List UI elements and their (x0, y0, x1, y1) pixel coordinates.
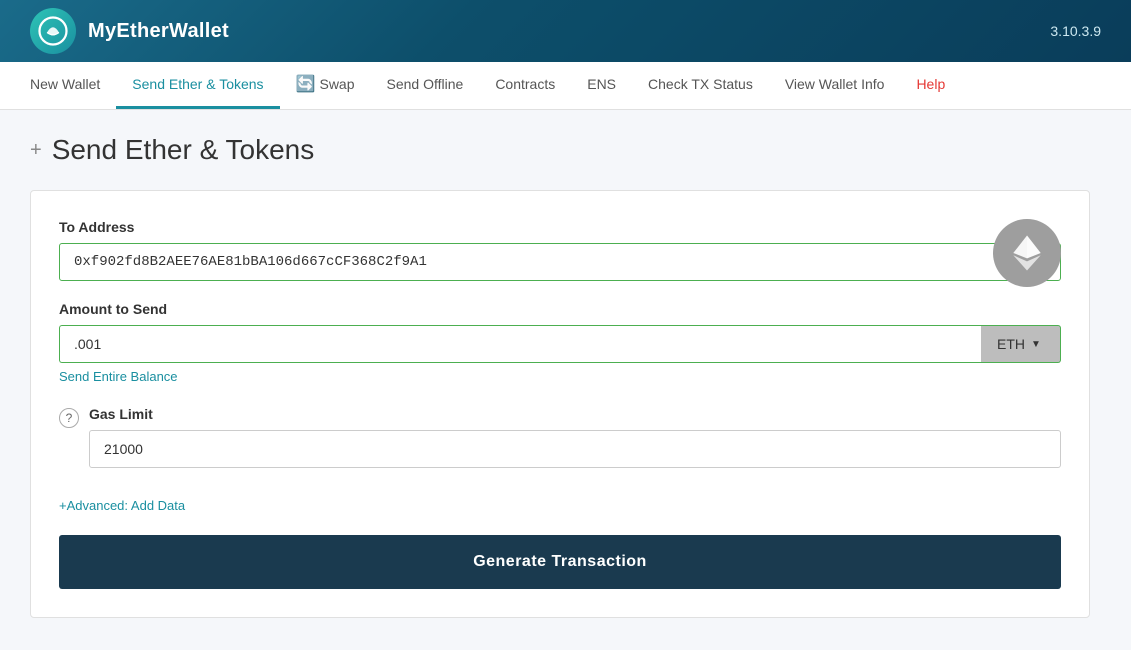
currency-label: ETH (997, 336, 1025, 352)
eth-logo (993, 219, 1061, 287)
nav-help[interactable]: Help (900, 62, 961, 109)
gas-content: Gas Limit (89, 406, 1061, 468)
generate-transaction-button[interactable]: Generate Transaction (59, 535, 1061, 589)
gas-limit-label: Gas Limit (89, 406, 1061, 422)
page-title: Send Ether & Tokens (52, 134, 315, 166)
nav-ens[interactable]: ENS (571, 62, 632, 109)
send-form-card: To Address Amount to Send ETH ▼ Send Ent… (30, 190, 1090, 618)
to-address-input[interactable] (59, 243, 1061, 281)
app-header: MyEtherWallet 3.10.3.9 (0, 0, 1131, 62)
amount-input[interactable] (59, 325, 981, 363)
nav-send-ether[interactable]: Send Ether & Tokens (116, 62, 279, 109)
nav-view-wallet[interactable]: View Wallet Info (769, 62, 901, 109)
nav-new-wallet[interactable]: New Wallet (30, 62, 116, 109)
gas-limit-group: ? Gas Limit (59, 406, 1061, 468)
plus-icon: + (30, 139, 42, 162)
gas-limit-input[interactable] (89, 430, 1061, 468)
dropdown-arrow-icon: ▼ (1031, 339, 1041, 350)
to-address-label: To Address (59, 219, 1061, 235)
page-title-row: + Send Ether & Tokens (30, 134, 1101, 166)
header-brand: MyEtherWallet (30, 8, 229, 54)
amount-label: Amount to Send (59, 301, 1061, 317)
app-name: MyEtherWallet (88, 20, 229, 43)
gas-row: ? Gas Limit (59, 406, 1061, 468)
logo-icon (38, 16, 68, 46)
nav-contracts[interactable]: Contracts (479, 62, 571, 109)
currency-dropdown-button[interactable]: ETH ▼ (981, 325, 1061, 363)
app-version: 3.10.3.9 (1050, 23, 1101, 39)
gas-help-icon[interactable]: ? (59, 408, 79, 428)
amount-row: ETH ▼ (59, 325, 1061, 363)
nav-send-offline[interactable]: Send Offline (371, 62, 480, 109)
main-content: + Send Ether & Tokens To Address Amount … (0, 110, 1131, 642)
nav-check-tx[interactable]: Check TX Status (632, 62, 769, 109)
advanced-add-data-link[interactable]: +Advanced: Add Data (59, 498, 185, 513)
main-nav: New Wallet Send Ether & Tokens 🔄 Swap Se… (0, 62, 1131, 110)
amount-group: Amount to Send ETH ▼ Send Entire Balance (59, 301, 1061, 386)
app-logo (30, 8, 76, 54)
to-address-group: To Address (59, 219, 1061, 281)
eth-diamond-icon (1008, 234, 1046, 272)
nav-swap[interactable]: 🔄 Swap (280, 62, 371, 109)
send-entire-balance-link[interactable]: Send Entire Balance (59, 369, 178, 384)
swap-icon: 🔄 (296, 74, 316, 94)
